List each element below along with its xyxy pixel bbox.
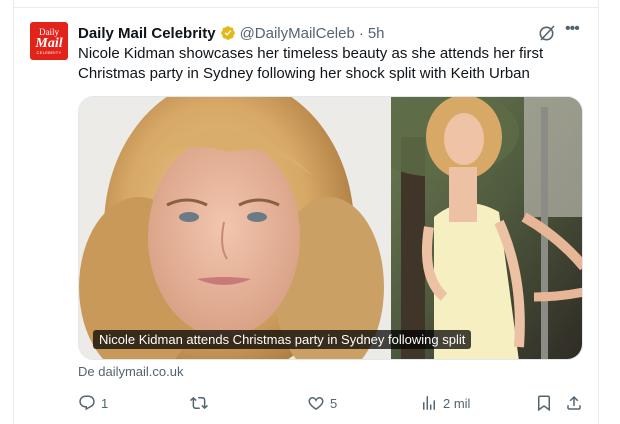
reply-button[interactable]: 1 [78, 394, 108, 412]
tweet-header: Daily Mail Celebrity @DailyMailCeleb · 5… [78, 24, 385, 42]
media-photo [79, 97, 582, 359]
reply-icon [79, 395, 95, 411]
like-button[interactable]: 5 [307, 394, 337, 412]
previous-item-divider [13, 0, 599, 8]
tweet-text: Nicole Kidman showcases her timeless bea… [78, 45, 544, 82]
share-button[interactable] [565, 394, 583, 412]
author-handle[interactable]: @DailyMailCeleb [240, 25, 355, 42]
reply-count: 1 [101, 395, 109, 411]
avatar[interactable]: Daily Mail CELEBRITY [30, 22, 68, 60]
retweet-button[interactable] [190, 394, 213, 412]
heart-icon [308, 396, 324, 411]
grok-icon[interactable] [538, 24, 556, 42]
views-count: 2 mil [443, 395, 471, 411]
share-icon [567, 395, 581, 410]
bookmark-button[interactable] [535, 394, 553, 412]
avatar-line2: Mail [35, 36, 63, 51]
more-icon[interactable]: ••• [565, 21, 583, 40]
views-button[interactable]: 2 mil [420, 394, 470, 412]
like-count: 5 [330, 395, 338, 411]
media-caption: Nicole Kidman attends Christmas party in… [93, 330, 472, 349]
action-bar: 1 5 2 mil [78, 394, 583, 412]
bookmark-icon [538, 395, 550, 412]
author-name[interactable]: Daily Mail Celebrity [78, 25, 216, 42]
header-separator: · [358, 24, 364, 42]
avatar-line1: Daily [39, 27, 59, 37]
retweet-icon [190, 396, 208, 410]
tweet-time[interactable]: 5h [368, 25, 385, 42]
tweet-media[interactable]: Nicole Kidman attends Christmas party in… [78, 96, 583, 360]
verified-badge-icon[interactable] [220, 25, 236, 41]
views-icon [423, 396, 435, 410]
link-source[interactable]: De dailymail.co.uk [78, 364, 184, 379]
